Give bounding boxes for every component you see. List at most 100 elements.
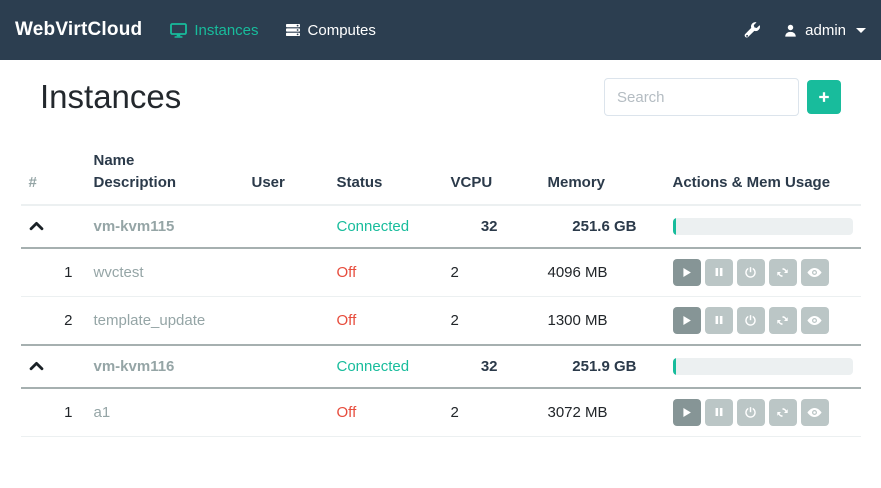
instance-user-cell (244, 248, 329, 297)
instance-user-cell (244, 388, 329, 437)
pause-button (705, 307, 733, 334)
col-header-name: Name Description (86, 142, 244, 205)
compute-collapse-cell (21, 205, 86, 248)
main-nav: Instances Computes (170, 22, 376, 39)
brand-link[interactable]: WebVirtCloud (15, 19, 142, 41)
col-header-user: User (244, 142, 329, 205)
eye-icon (807, 407, 822, 418)
compute-name-link[interactable]: vm-kvm115 (94, 218, 175, 235)
col-header-memory: Memory (540, 142, 665, 205)
play-icon (680, 406, 693, 419)
compute-name-cell: vm-kvm116 (86, 345, 244, 388)
play-button[interactable] (673, 259, 701, 286)
user-menu[interactable]: admin (783, 22, 866, 39)
nav-item-computes[interactable]: Computes (285, 22, 376, 39)
refresh-icon (776, 314, 789, 327)
eye-button (801, 307, 829, 334)
instance-num-cell: 2 (21, 296, 86, 345)
instance-name-link[interactable]: a1 (94, 404, 111, 421)
play-button[interactable] (673, 399, 701, 426)
power-button (737, 307, 765, 334)
instance-name-link[interactable]: wvctest (94, 264, 144, 281)
col-header-actions: Actions & Mem Usage (665, 142, 861, 205)
pause-icon (713, 314, 725, 326)
compute-group: vm-kvm115 Connected 32251.6 GB 1 wvctest Off 2… (21, 205, 861, 345)
page-title: Instances (40, 78, 181, 116)
compute-name-link[interactable]: vm-kvm116 (94, 358, 175, 375)
instance-memory-cell: 1300 MB (540, 296, 665, 345)
instance-vcpu-cell: 2 (443, 296, 540, 345)
instance-name-link[interactable]: template_update (94, 312, 206, 329)
instance-status: Off (337, 312, 357, 329)
instance-num-cell: 1 (21, 248, 86, 297)
play-icon (680, 266, 693, 279)
instance-name-cell: wvctest (86, 248, 244, 297)
caret-down-icon (856, 28, 866, 33)
instance-status: Off (337, 404, 357, 421)
instance-actions (673, 259, 853, 286)
power-button (737, 259, 765, 286)
instances-table: # Name Description User Status VCPU Memo… (21, 142, 861, 437)
nav-item-instances[interactable]: Instances (170, 22, 258, 39)
play-button[interactable] (673, 307, 701, 334)
refresh-icon (776, 266, 789, 279)
instance-actions-cell (665, 388, 861, 437)
instance-vcpu-cell: 2 (443, 248, 540, 297)
instance-name-cell: a1 (86, 388, 244, 437)
eye-icon (807, 267, 822, 278)
collapse-toggle[interactable] (29, 360, 44, 371)
user-icon (783, 23, 798, 38)
navbar-right: admin (744, 22, 866, 39)
compute-vcpu-cell: 32 (443, 205, 540, 248)
power-icon (744, 406, 757, 419)
instance-memory-cell: 3072 MB (540, 388, 665, 437)
instance-row: 1 a1 Off 23072 MB (21, 388, 861, 437)
instance-user-cell (244, 296, 329, 345)
settings-wrench-button[interactable] (744, 22, 761, 39)
compute-collapse-cell (21, 345, 86, 388)
compute-vcpu-cell: 32 (443, 345, 540, 388)
instance-row: 1wvctestOff24096 MB (21, 248, 861, 297)
instance-actions (673, 399, 853, 426)
compute-user-cell (244, 205, 329, 248)
compute-status: Connected (337, 218, 410, 235)
nav-label: Instances (194, 22, 258, 39)
col-header-num: # (21, 142, 86, 205)
compute-group: vm-kvm116Connected32251.9 GB1a1Off23072 … (21, 345, 861, 437)
mem-usage-fill (673, 218, 677, 235)
instance-vcpu-cell: 2 (443, 388, 540, 437)
mem-usage-bar (673, 358, 853, 375)
instance-status: Off (337, 264, 357, 281)
monitor-icon (170, 23, 187, 38)
chevron-up-icon (29, 220, 44, 231)
refresh-button (769, 259, 797, 286)
pause-icon (713, 266, 725, 278)
compute-row: vm-kvm116Connected32251.9 GB (21, 345, 861, 388)
chevron-up-icon (29, 360, 44, 371)
navbar: WebVirtCloud Instances Computes admin (0, 0, 881, 60)
power-icon (744, 314, 757, 327)
search-input[interactable] (604, 78, 799, 116)
instance-status-cell: Off (329, 296, 443, 345)
compute-memory-cell: 251.6 GB (540, 205, 665, 248)
refresh-icon (776, 406, 789, 419)
pause-icon (713, 406, 725, 418)
instance-actions (673, 307, 853, 334)
mem-usage-bar (673, 218, 853, 235)
collapse-toggle[interactable] (29, 220, 44, 231)
instance-row: 2template_updateOff21300 MB (21, 296, 861, 345)
add-instance-button[interactable] (807, 80, 841, 114)
instance-status-cell: Off (329, 388, 443, 437)
server-icon (285, 23, 301, 37)
wrench-icon (744, 22, 761, 39)
instance-num-cell: 1 (21, 388, 86, 437)
instance-name-cell: template_update (86, 296, 244, 345)
compute-name-cell: vm-kvm115 (86, 205, 244, 248)
mem-usage-fill (673, 358, 677, 375)
compute-usage-cell (665, 345, 861, 388)
power-icon (744, 266, 757, 279)
instance-actions-cell (665, 248, 861, 297)
pause-button (705, 259, 733, 286)
compute-status: Connected (337, 358, 410, 375)
pause-button (705, 399, 733, 426)
